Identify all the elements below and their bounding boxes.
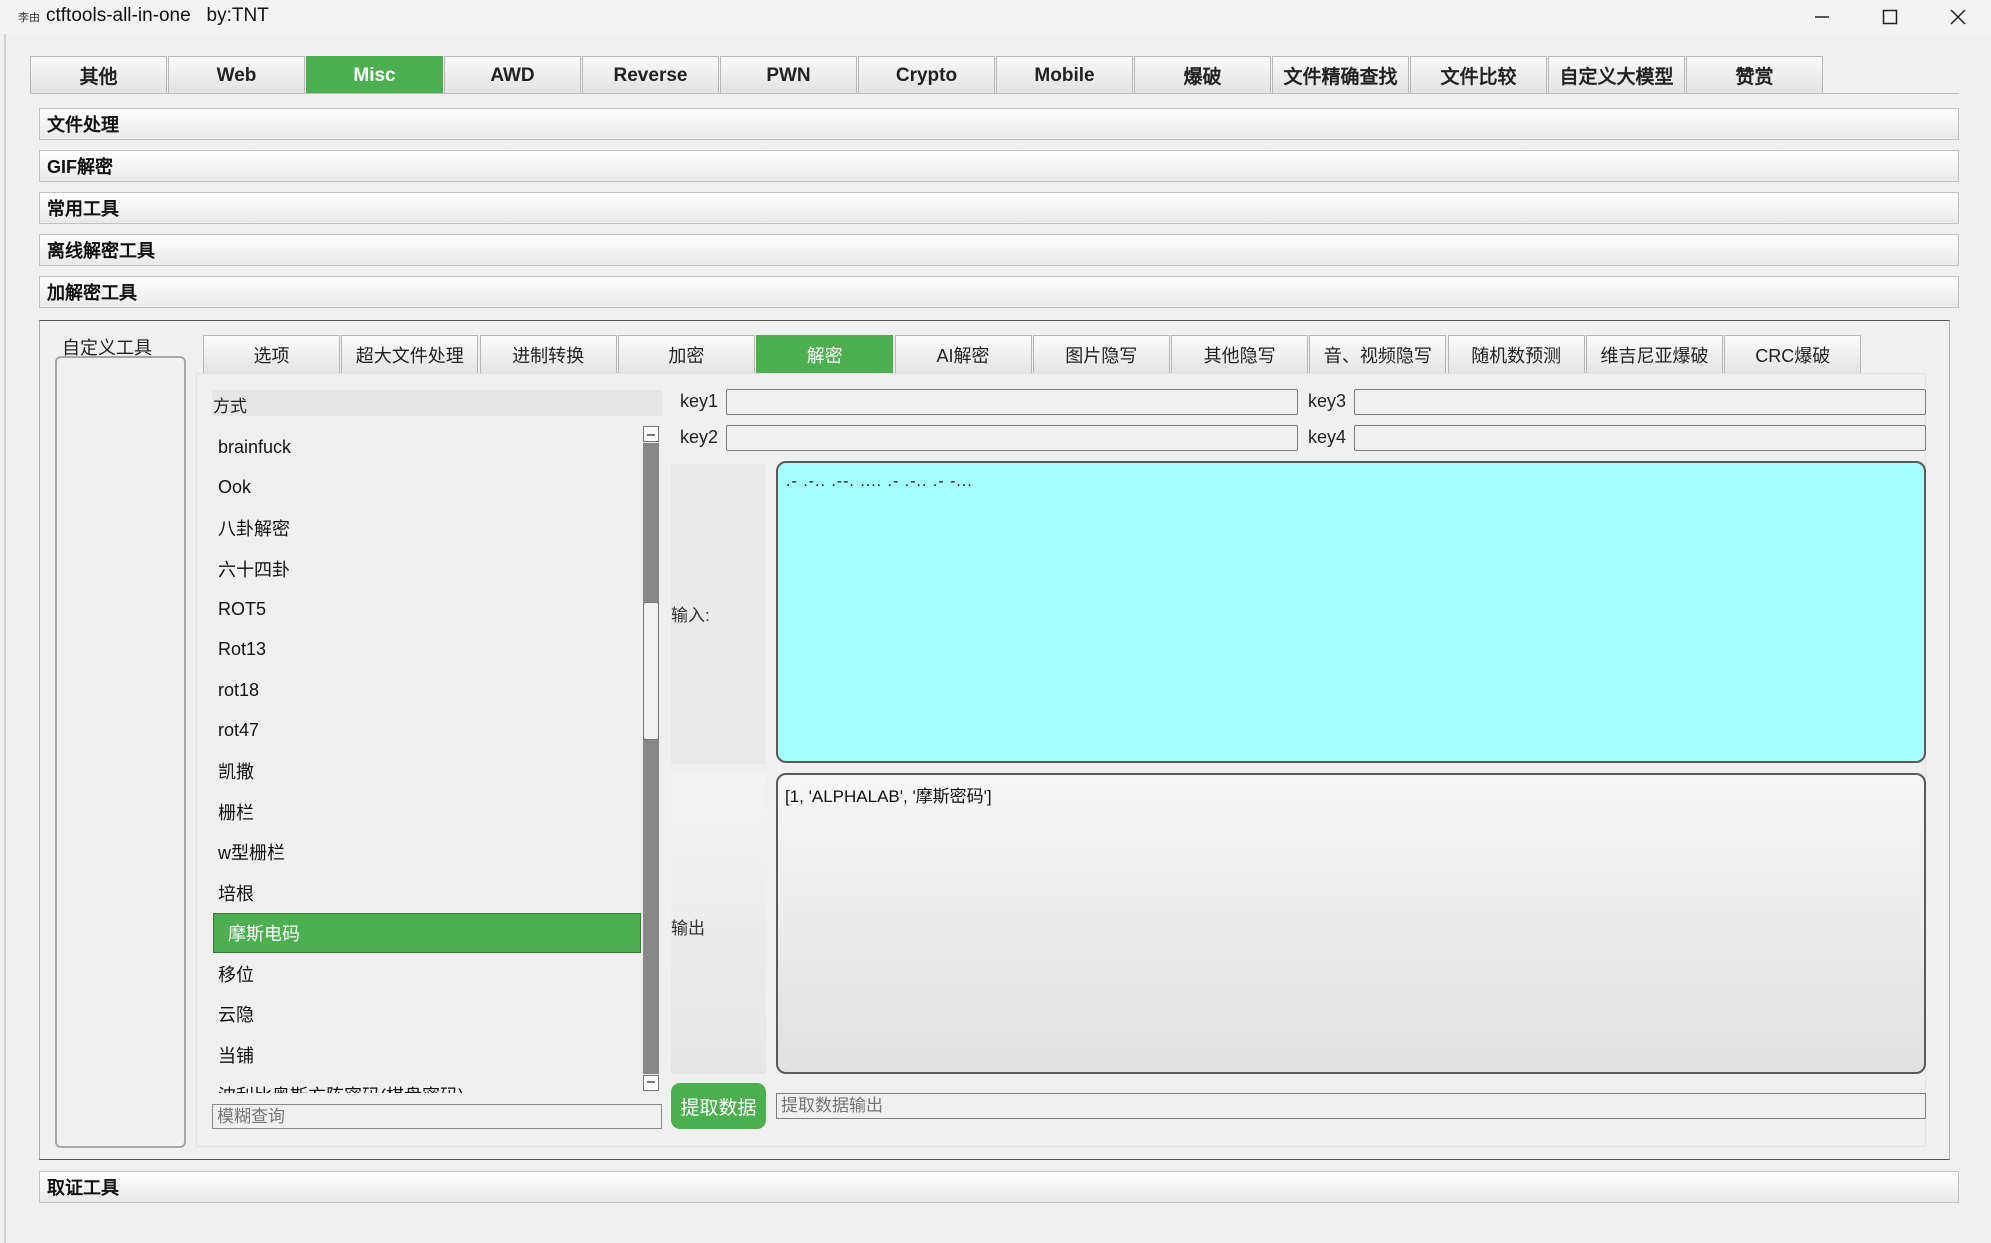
scroll-down-button[interactable] (643, 1075, 659, 1091)
method-list-item[interactable]: rot18 (218, 670, 259, 710)
minimize-button[interactable] (1788, 0, 1856, 34)
method-list-item[interactable]: 摩斯电码 (213, 913, 641, 953)
chevron-up-icon (647, 434, 655, 436)
sub-tab-item[interactable]: 随机数预测 (1447, 335, 1585, 373)
key2-label: key2 (680, 427, 719, 447)
top-tab-item[interactable]: 其他 (30, 56, 167, 94)
sub-tab-item[interactable]: 超大文件处理 (341, 335, 479, 373)
sub-tab-item[interactable]: 其他隐写 (1171, 335, 1309, 373)
method-list-item[interactable]: 当铺 (218, 1035, 254, 1075)
top-tab-item[interactable]: 文件精确查找 (1272, 56, 1409, 94)
section-file-processing[interactable]: 文件处理 (39, 108, 1959, 140)
method-list-item[interactable]: Ook (218, 468, 251, 508)
sub-tab-item[interactable]: 选项 (203, 335, 340, 373)
top-tab-item[interactable]: 赞赏 (1686, 56, 1823, 94)
method-list[interactable]: brainfuck Ook 八卦解密 六十四卦 ROT5 Rot13 rot18 rot47 凯… (212, 426, 660, 1093)
method-list-item[interactable]: 波利比奥斯方阵密码(棋盘密码) (218, 1075, 464, 1093)
method-list-item[interactable]: w型栅栏 (218, 832, 285, 872)
sub-tab-item[interactable]: 加密 (617, 335, 755, 373)
section-offline-decrypt[interactable]: 离线解密工具 (39, 234, 1959, 266)
section-forensics-tools[interactable]: 取证工具 (39, 1171, 1959, 1203)
method-search-input[interactable] (212, 1104, 662, 1129)
scrollbar-thumb[interactable] (643, 602, 659, 740)
section-common-tools[interactable]: 常用工具 (39, 192, 1959, 224)
method-list-item[interactable]: 移位 (218, 954, 254, 994)
section-crypto-tools[interactable]: 加解密工具 (39, 276, 1959, 308)
sub-tab-item[interactable]: 图片隐写 (1032, 335, 1170, 373)
key3-label: key3 (1308, 391, 1347, 411)
custom-tools-list[interactable] (55, 356, 186, 1148)
sub-tab-item[interactable]: 进制转换 (479, 335, 617, 373)
top-tab-item[interactable]: Crypto (858, 56, 995, 94)
extract-data-button[interactable]: 提取数据 (671, 1083, 766, 1129)
method-list-item[interactable]: 凯撒 (218, 751, 254, 791)
maximize-icon (1882, 9, 1898, 25)
key1-label: key1 (680, 391, 719, 411)
top-tab-item[interactable]: Mobile (996, 56, 1133, 94)
method-list-item[interactable]: 栅栏 (218, 792, 254, 832)
window-title: ctftools-all-in-one by:TNT (46, 5, 269, 26)
key3-field[interactable] (1354, 389, 1926, 415)
sub-tab-item[interactable]: 音、视频隐写 (1309, 335, 1447, 373)
output-label: 输出 (671, 919, 705, 938)
scrollbar-track[interactable] (643, 443, 659, 1074)
tab-divider (30, 93, 1959, 94)
top-tab-item[interactable]: Web (168, 56, 305, 94)
sub-tab-item[interactable]: 解密 (756, 335, 894, 373)
top-tab-item[interactable]: 爆破 (1134, 56, 1271, 94)
top-tab-item[interactable]: 文件比较 (1410, 56, 1547, 94)
close-icon (1950, 9, 1966, 25)
chevron-down-icon (647, 1081, 655, 1083)
top-tab-item[interactable]: 自定义大模型 (1548, 56, 1685, 94)
window-frame (4, 34, 6, 1243)
key2-field[interactable] (726, 425, 1298, 451)
top-tab-item[interactable]: AWD (444, 56, 581, 94)
top-tab-item[interactable]: Misc (306, 56, 443, 94)
top-tab-item[interactable]: Reverse (582, 56, 719, 94)
sub-tab-item[interactable]: CRC爆破 (1724, 335, 1862, 373)
key4-label: key4 (1308, 427, 1347, 447)
method-list-item[interactable]: 八卦解密 (218, 508, 290, 548)
method-list-item[interactable]: 云隐 (218, 994, 254, 1034)
close-button[interactable] (1924, 0, 1991, 34)
minimize-icon (1815, 16, 1829, 18)
key1-field[interactable] (726, 389, 1298, 415)
key4-field[interactable] (1354, 425, 1926, 451)
method-list-item[interactable]: rot47 (218, 711, 259, 751)
method-list-item[interactable]: brainfuck (218, 427, 291, 467)
method-list-item[interactable]: 六十四卦 (218, 549, 290, 589)
method-list-item[interactable]: ROT5 (218, 589, 266, 629)
section-gif-decrypt[interactable]: GIF解密 (39, 150, 1959, 182)
method-list-header: 方式 (212, 390, 662, 416)
sub-tab-item[interactable]: AI解密 (894, 335, 1032, 373)
method-list-item[interactable]: Rot13 (218, 630, 266, 670)
scroll-up-button[interactable] (643, 426, 659, 442)
method-list-item[interactable]: 培根 (218, 873, 254, 913)
output-textarea[interactable]: [1, 'ALPHALAB', '摩斯密码'] (776, 773, 1926, 1074)
input-label: 输入: (671, 606, 710, 625)
input-textarea[interactable]: .- .-.. .--. .... .- .-.. .- -... (776, 461, 1926, 763)
top-tab-item[interactable]: PWN (720, 56, 857, 94)
app-icon: 李由 (18, 12, 40, 24)
maximize-button[interactable] (1856, 0, 1924, 34)
sub-tab-item[interactable]: 维吉尼亚爆破 (1586, 335, 1723, 373)
extract-output-field[interactable] (776, 1093, 1926, 1119)
title-bar (0, 0, 1991, 34)
